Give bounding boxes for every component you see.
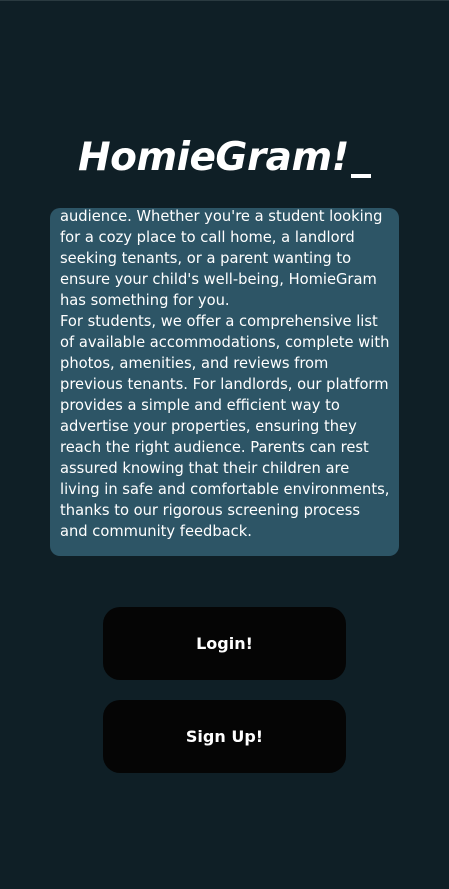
about-paragraph-2: For students, we offer a comprehensive l…	[60, 313, 390, 540]
signup-button[interactable]: Sign Up!	[103, 700, 346, 773]
app-title-text: HomieGram!	[78, 135, 349, 180]
app-title: HomieGram!	[0, 132, 449, 184]
typing-cursor	[350, 174, 371, 178]
top-divider	[0, 0, 449, 1]
about-scroll-box[interactable]: Welcome to HomieGram, the platform that …	[50, 208, 399, 556]
about-text: Welcome to HomieGram, the platform that …	[60, 208, 391, 542]
about-paragraph-1: Welcome to HomieGram, the platform that …	[60, 208, 383, 309]
login-button[interactable]: Login!	[103, 607, 346, 680]
